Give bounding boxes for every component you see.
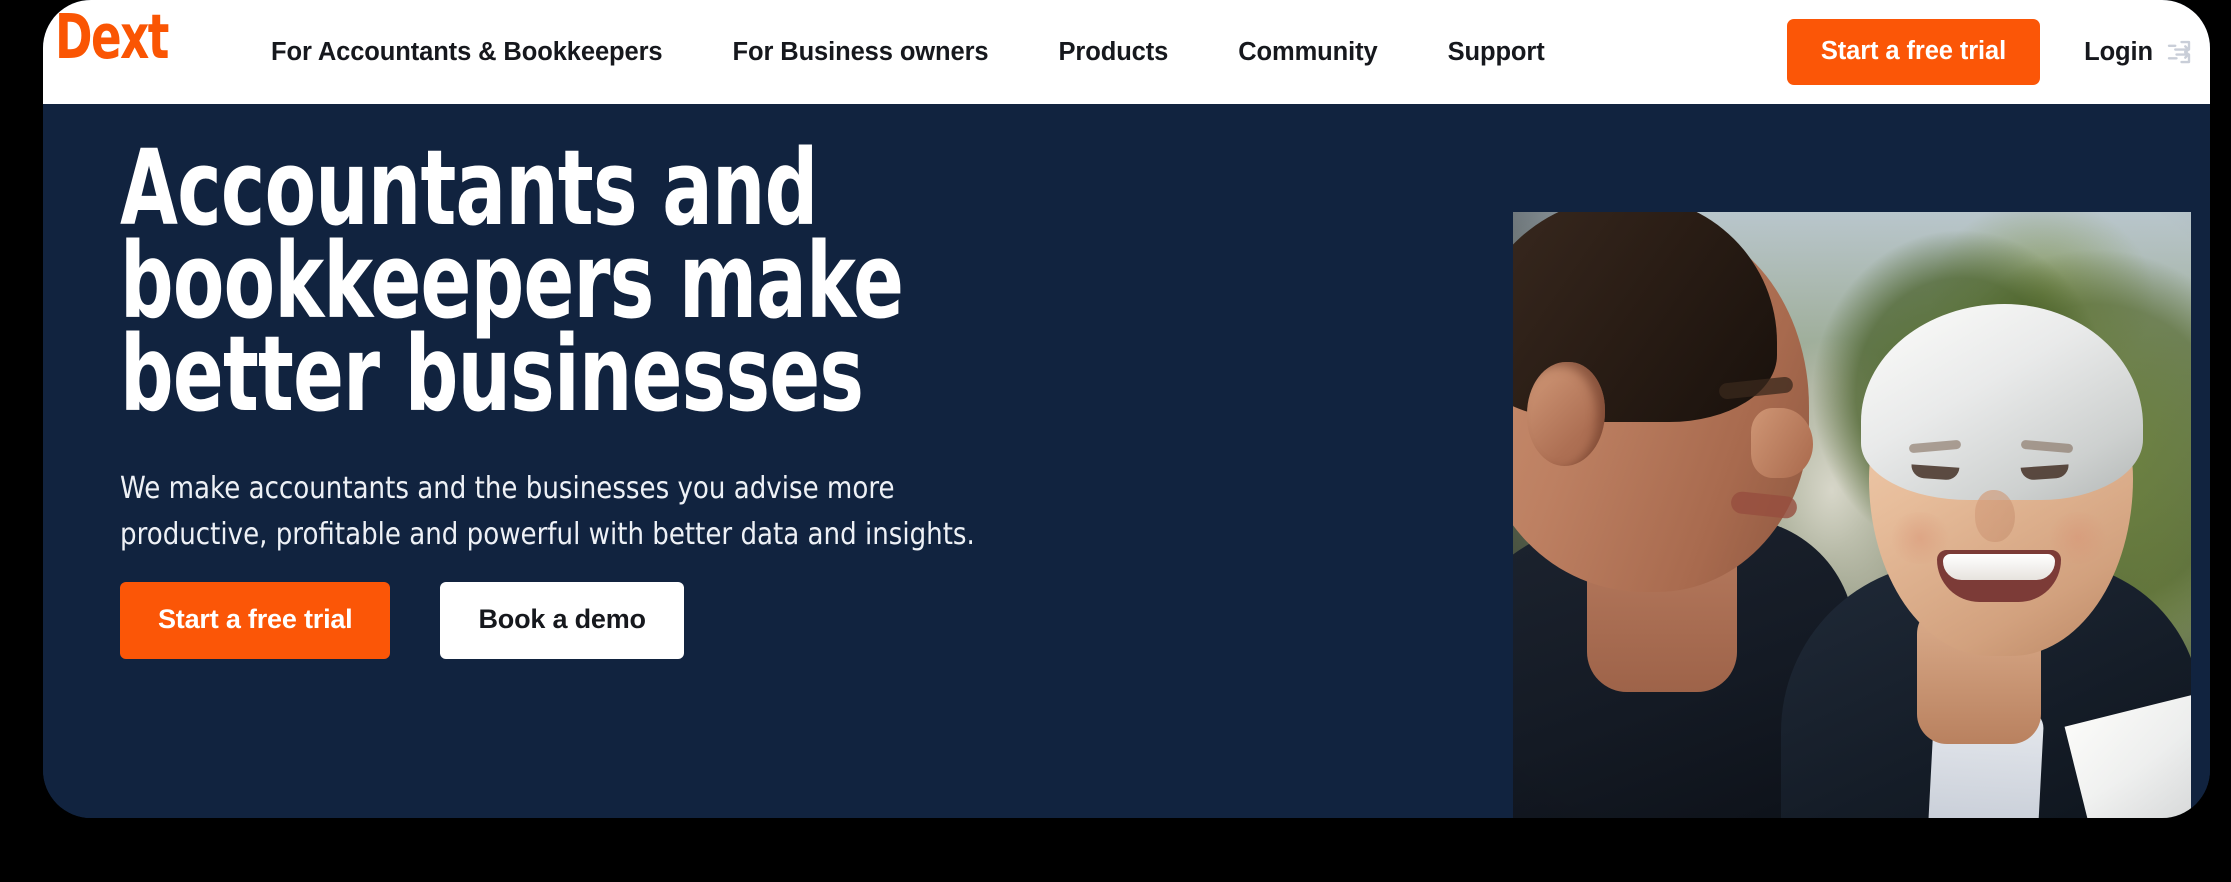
hero-subtitle: We make accountants and the businesses y… [120, 471, 975, 552]
login-link[interactable]: Login [2084, 37, 2194, 67]
hero-copy: Accountants and bookkeepers make better … [120, 127, 1450, 659]
photo-woman-nose [1975, 490, 2015, 542]
browser-page-shell: Dext For Accountants & Bookkeepers For B… [43, 0, 2210, 818]
photo-woman-hair [1861, 304, 2143, 500]
login-label: Login [2084, 37, 2153, 66]
hero-book-a-demo-button[interactable]: Book a demo [440, 582, 684, 659]
nav-item-community[interactable]: Community [1238, 28, 1377, 77]
hero-image [1513, 212, 2191, 818]
hero-title: Accountants and bookkeepers make better … [120, 127, 904, 435]
nav-item-for-accountants-and-bookkeepers[interactable]: For Accountants & Bookkeepers [271, 28, 663, 77]
header-actions: Start a free trial Login [1786, 0, 2194, 104]
photo-woman-smile [1937, 550, 2061, 602]
nav-item-support[interactable]: Support [1448, 28, 1545, 77]
hero-cta-group: Start a free trial Book a demo [120, 582, 684, 659]
hero-start-free-trial-button[interactable]: Start a free trial [120, 582, 391, 659]
site-header: Dext For Accountants & Bookkeepers For B… [43, 0, 2210, 104]
login-enter-icon [2164, 37, 2194, 67]
nav-item-products[interactable]: Products [1059, 28, 1169, 77]
hero-photo-background [1513, 212, 2191, 818]
dext-logo[interactable]: Dext [55, 4, 169, 70]
hero-section: Accountants and bookkeepers make better … [43, 104, 2210, 818]
nav-item-for-business-owners[interactable]: For Business owners [733, 28, 989, 77]
header-start-free-trial-button[interactable]: Start a free trial [1786, 18, 2041, 86]
main-navigation: For Accountants & Bookkeepers For Busine… [271, 0, 1545, 104]
photo-man-nose [1751, 408, 1813, 478]
photo-woman-teeth [1943, 554, 2055, 580]
